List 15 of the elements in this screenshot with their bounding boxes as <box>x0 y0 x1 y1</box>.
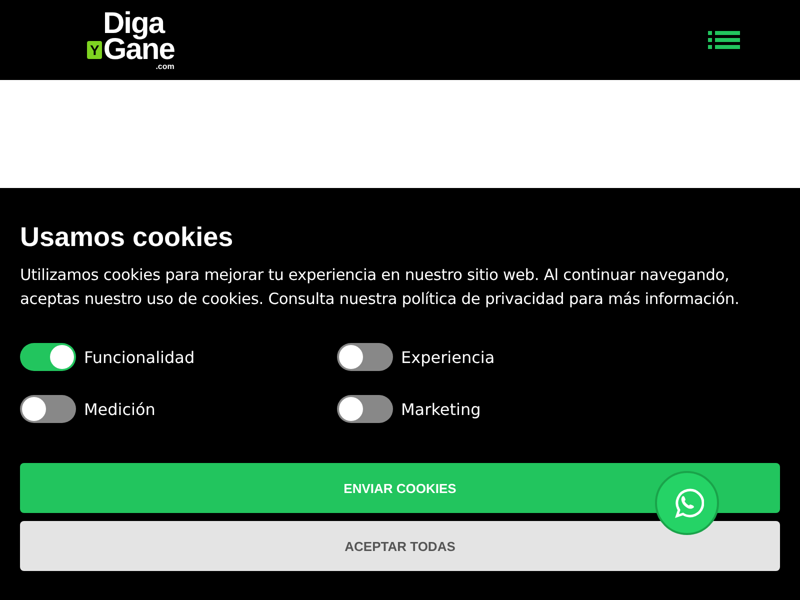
toggle-label: Medición <box>84 400 156 418</box>
toggle-label: Funcionalidad <box>84 348 195 366</box>
toggle-label: Experiencia <box>401 348 495 366</box>
banner-text: Utilizamos cookies para mejorar tu experiencia en nuestro sitio web. Al continuar navegando, aceptas nuestro uso de cookies. Consulta nuestra política de privacidad para más información. <box>20 265 740 310</box>
toggle-switch[interactable] <box>337 343 393 371</box>
toggle-label: Marketing <box>401 400 481 418</box>
logo-text: Diga <box>103 9 165 39</box>
toggle-switch[interactable] <box>20 343 76 371</box>
logo-domain: .com <box>156 63 174 71</box>
logo-badge: Y <box>87 41 102 59</box>
banner-title: Usamos cookies <box>20 222 234 253</box>
toggle-switch[interactable] <box>337 395 393 423</box>
accept-all-button[interactable]: ACEPTAR TODAS <box>20 521 780 571</box>
menu-icon[interactable] <box>708 31 740 49</box>
toggle-switch[interactable] <box>20 395 76 423</box>
